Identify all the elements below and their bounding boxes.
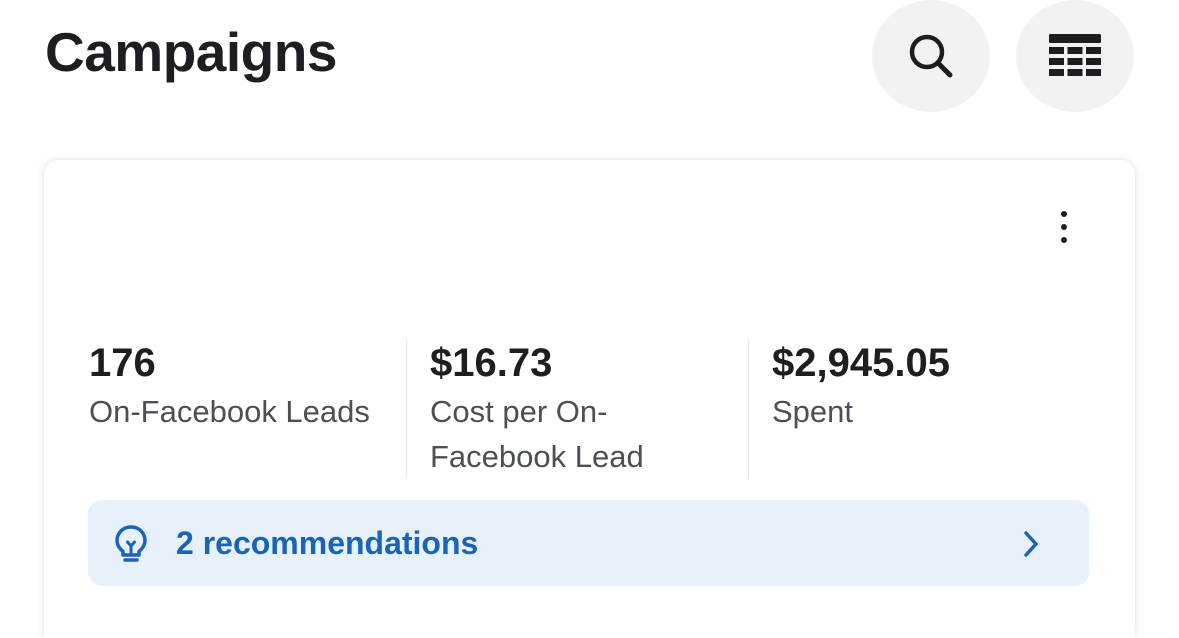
campaign-summary-card[interactable]: 176 On-Facebook Leads $16.73 Cost per On…	[44, 160, 1135, 638]
metric-spent: $2,945.05 Spent	[772, 340, 1072, 434]
metric-value: $2,945.05	[772, 341, 950, 385]
more-options-button[interactable]	[1048, 202, 1080, 252]
metric-divider	[406, 340, 407, 478]
metric-value: 176	[89, 341, 156, 385]
table-view-icon	[1049, 34, 1101, 76]
more-vertical-icon-dot	[1061, 224, 1067, 230]
lightbulb-icon	[115, 525, 147, 562]
metric-label: Cost per On-Facebook Lead	[430, 394, 644, 474]
metric-label: On-Facebook Leads	[89, 394, 370, 429]
table-view-button[interactable]	[1016, 0, 1134, 112]
search-icon	[909, 34, 953, 78]
recommendations-banner[interactable]: 2 recommendations	[88, 500, 1089, 586]
search-button[interactable]	[872, 0, 990, 112]
metric-cost-per-lead: $16.73 Cost per On-Facebook Lead	[430, 340, 730, 479]
campaigns-screen: Campaigns 176 On-Facebook Leads $16.73 C…	[0, 0, 1179, 638]
metric-leads: 176 On-Facebook Leads	[89, 340, 404, 434]
recommendations-label: 2 recommendations	[176, 525, 479, 561]
chevron-right-icon	[1024, 531, 1038, 557]
metric-label: Spent	[772, 394, 854, 429]
metric-value: $16.73	[430, 341, 553, 385]
more-vertical-icon-dot	[1061, 211, 1067, 217]
more-vertical-icon-dot	[1061, 237, 1067, 243]
page-title: Campaigns	[45, 21, 337, 83]
metric-divider	[748, 340, 749, 478]
